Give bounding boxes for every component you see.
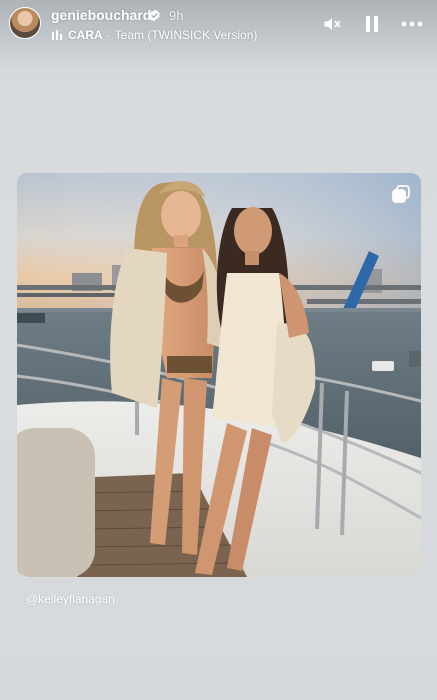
song-title: Team (TWINSICK Version) [114,28,258,42]
username[interactable]: geniebouchard [51,7,151,23]
carousel-icon [392,185,410,203]
story-header: geniebouchard 9h CARA · Team (TWINSICK V… [0,0,437,50]
mention-tag[interactable]: @kelleyflanagan [26,592,115,606]
music-attribution[interactable]: CARA · Team (TWINSICK Version) [51,27,257,43]
story-controls [321,12,423,36]
verified-badge-icon [149,9,160,22]
more-options-icon [401,21,423,27]
mute-icon [324,18,341,30]
pause-button[interactable] [361,13,383,35]
pause-icon [366,16,378,32]
more-options-button[interactable] [401,13,423,35]
music-bars-icon [52,30,62,40]
post-time: 9h [169,8,184,23]
yacht-photo [17,173,421,577]
song-separator: · [106,28,111,42]
shared-post-image[interactable] [17,173,421,577]
profile-avatar[interactable] [9,7,41,39]
song-artist: CARA [68,28,103,42]
mute-button[interactable] [321,13,343,35]
